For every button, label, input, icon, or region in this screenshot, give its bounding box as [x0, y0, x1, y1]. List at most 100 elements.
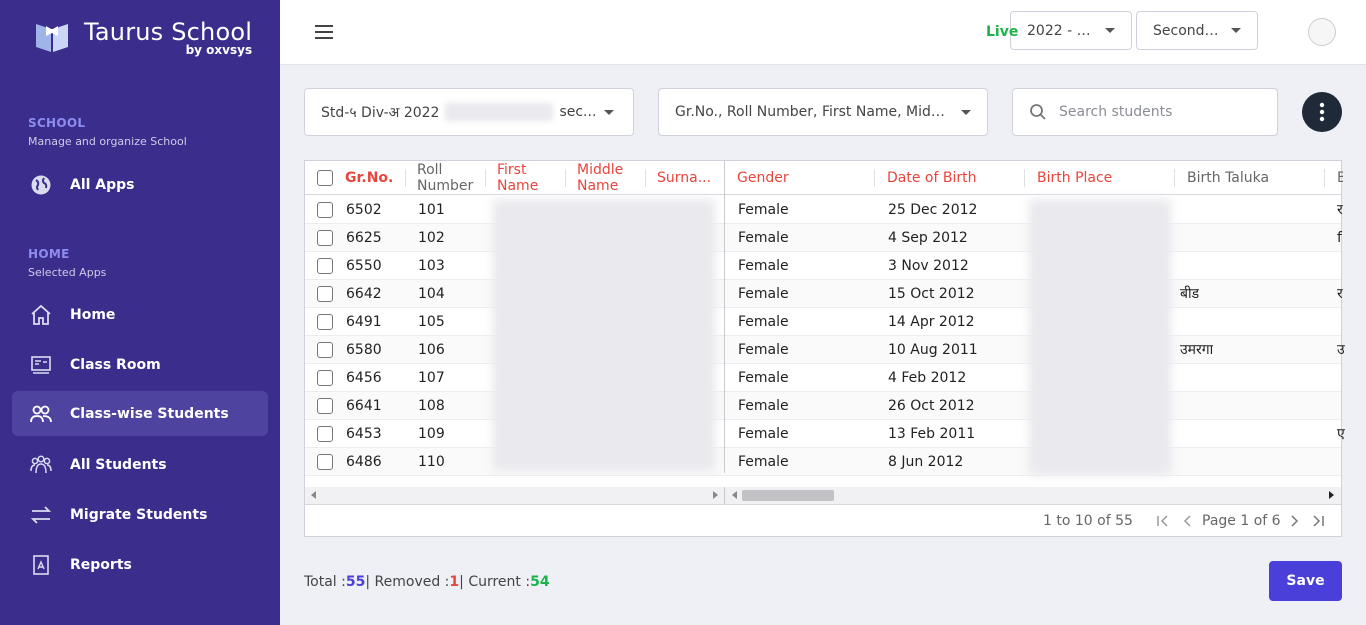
- col-header-extra[interactable]: B: [1337, 161, 1343, 195]
- col-header-middle-name[interactable]: Middle Name: [577, 161, 637, 195]
- avatar[interactable]: [1308, 18, 1336, 46]
- scroll-left-icon[interactable]: [732, 491, 738, 499]
- sidebar-item-migrate-students[interactable]: Migrate Students: [12, 492, 268, 537]
- cell-grno: 6491: [346, 314, 382, 330]
- home-section-title: HOME: [28, 247, 70, 261]
- cell-roll: 102: [418, 230, 445, 246]
- students-grid: Gr.No. Roll Number First Name Middle Nam…: [304, 160, 1345, 537]
- cell-dob: 8 Jun 2012: [888, 454, 964, 470]
- table-row[interactable]: 6550 103 Female 3 Nov 2012: [305, 252, 1341, 280]
- current-label: | Current :: [459, 574, 531, 590]
- table-row[interactable]: 6456 107 Female 4 Feb 2012: [305, 364, 1341, 392]
- col-header-roll[interactable]: Roll Number: [417, 161, 487, 195]
- sidebar-item-label: Migrate Students: [70, 506, 208, 523]
- brand-name: Taurus School: [84, 18, 253, 46]
- col-divider: [405, 169, 406, 187]
- row-checkbox[interactable]: [317, 342, 333, 358]
- cell-dob: 3 Nov 2012: [888, 258, 969, 274]
- col-divider: [1024, 169, 1025, 187]
- col-header-surname[interactable]: Surna...: [657, 161, 717, 195]
- col-divider: [1324, 169, 1325, 187]
- table-row[interactable]: 6641 108 Female 26 Oct 2012: [305, 392, 1341, 420]
- section-select[interactable]: Seconda...: [1136, 11, 1258, 50]
- table-row[interactable]: 6486 110 Female 8 Jun 2012: [305, 448, 1341, 476]
- col-header-first-name[interactable]: First Name: [497, 161, 557, 195]
- scroll-right-icon[interactable]: [713, 491, 719, 499]
- classroom-icon: [28, 352, 54, 378]
- cell-gender: Female: [738, 370, 789, 386]
- cell-grno: 6625: [346, 230, 382, 246]
- chevron-down-icon: [1105, 28, 1115, 33]
- cell-roll: 104: [418, 286, 445, 302]
- table-row[interactable]: 6580 106 Female 10 Aug 2011 उमरगा उ: [305, 336, 1345, 364]
- first-page-icon[interactable]: [1157, 515, 1169, 527]
- section-value: Seconda...: [1153, 22, 1223, 39]
- columns-select[interactable]: Gr.No., Roll Number, First Name, Middle …: [658, 88, 988, 136]
- col-header-birth-place[interactable]: Birth Place: [1037, 161, 1177, 195]
- table-row[interactable]: 6491 105 Female 14 Apr 2012: [305, 308, 1341, 336]
- cell-taluka: उमरगा: [1180, 342, 1214, 358]
- row-checkbox[interactable]: [317, 426, 333, 442]
- table-row[interactable]: 6453 109 Female 13 Feb 2011 ए: [305, 420, 1345, 448]
- horizontal-scrollbar[interactable]: [305, 487, 1341, 504]
- table-row[interactable]: 6625 102 Female 4 Sep 2012 f: [305, 224, 1342, 252]
- row-checkbox[interactable]: [317, 258, 333, 274]
- cell-gender: Female: [738, 230, 789, 246]
- next-page-icon[interactable]: [1288, 515, 1300, 527]
- prev-page-icon[interactable]: [1182, 515, 1194, 527]
- row-checkbox[interactable]: [317, 398, 333, 414]
- cell-extra: ए: [1337, 426, 1345, 442]
- removed-label: | Removed :: [365, 574, 450, 590]
- row-checkbox[interactable]: [317, 370, 333, 386]
- sidebar-item-reports[interactable]: Reports: [12, 542, 268, 587]
- row-checkbox[interactable]: [317, 314, 333, 330]
- col-divider: [485, 169, 486, 187]
- hamburger-menu-icon[interactable]: [314, 24, 334, 40]
- sidebar-item-all-students[interactable]: All Students: [12, 442, 268, 487]
- search-input[interactable]: Search students: [1059, 104, 1172, 120]
- more-options-button[interactable]: [1302, 92, 1342, 132]
- class-select-suffix: sec...: [559, 104, 597, 120]
- col-header-dob[interactable]: Date of Birth: [887, 161, 1027, 195]
- row-checkbox[interactable]: [317, 230, 333, 246]
- redacted-birth-place: [1029, 199, 1171, 475]
- academic-year-select[interactable]: 2022 - 2...: [1010, 11, 1132, 50]
- sidebar-item-label: Home: [70, 306, 116, 323]
- sidebar-item-all-apps[interactable]: All Apps: [12, 162, 268, 207]
- cell-extra: र: [1337, 286, 1343, 302]
- cell-taluka: बीड: [1180, 286, 1200, 302]
- class-select-value: Std-५ Div-अ 2022: [321, 104, 440, 121]
- cell-gender: Female: [738, 286, 789, 302]
- cell-roll: 105: [418, 314, 445, 330]
- sidebar-item-class-room[interactable]: Class Room: [12, 342, 268, 387]
- cell-roll: 109: [418, 426, 445, 442]
- chevron-down-icon: [604, 109, 615, 115]
- cell-grno: 6456: [346, 370, 382, 386]
- scroll-right-icon[interactable]: [1329, 491, 1335, 499]
- brand-logo[interactable]: Taurus School by oxvsys: [34, 18, 252, 56]
- scroll-left-icon[interactable]: [311, 491, 317, 499]
- last-page-icon[interactable]: [1312, 515, 1324, 527]
- row-checkbox[interactable]: [317, 454, 333, 470]
- select-all-checkbox[interactable]: [317, 170, 333, 186]
- pagination-bar: 1 to 10 of 55 Page 1 of 6: [305, 504, 1341, 536]
- cell-dob: 10 Aug 2011: [888, 342, 978, 358]
- sidebar-item-home[interactable]: Home: [12, 292, 268, 337]
- col-header-grno[interactable]: Gr.No.: [345, 161, 405, 195]
- users-icon: [28, 401, 54, 427]
- row-checkbox[interactable]: [317, 202, 333, 218]
- table-row[interactable]: 6502 101 Female 25 Dec 2012 र: [305, 196, 1343, 224]
- table-row[interactable]: 6642 104 Female 15 Oct 2012 बीड र: [305, 280, 1343, 308]
- cell-gender: Female: [738, 454, 789, 470]
- live-status: Live: [986, 24, 1019, 40]
- cell-grno: 6642: [346, 286, 382, 302]
- search-students[interactable]: Search students: [1012, 88, 1278, 136]
- cell-gender: Female: [738, 426, 789, 442]
- sidebar-item-class-wise-students[interactable]: Class-wise Students: [12, 391, 268, 436]
- save-button[interactable]: Save: [1269, 561, 1342, 601]
- col-header-gender[interactable]: Gender: [737, 161, 867, 195]
- scroll-thumb[interactable]: [742, 490, 834, 501]
- class-select[interactable]: Std-५ Div-अ 2022 sec...: [304, 88, 634, 136]
- row-checkbox[interactable]: [317, 286, 333, 302]
- col-header-birth-taluka[interactable]: Birth Taluka: [1187, 161, 1327, 195]
